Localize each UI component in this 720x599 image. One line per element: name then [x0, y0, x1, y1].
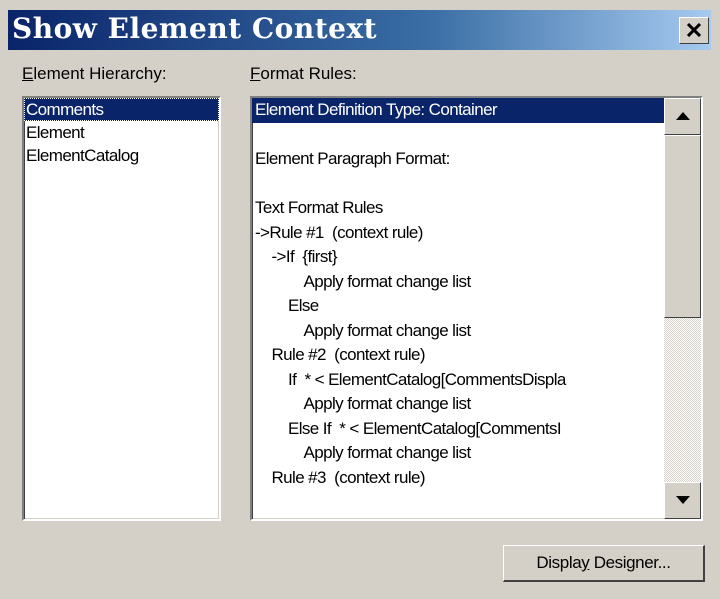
display-designer-button[interactable]: Display Designer... [503, 545, 705, 582]
title-bar[interactable]: Show Element Context [8, 10, 711, 50]
rule-line[interactable]: ->If {first} [252, 245, 664, 270]
rule-line[interactable]: Else If * < ElementCatalog[CommentsI [252, 417, 664, 442]
rule-line[interactable]: Rule #3 (context rule) [252, 466, 664, 491]
rule-line[interactable]: Apply format change list [252, 319, 664, 344]
arrow-up-icon [676, 112, 690, 120]
rule-line[interactable]: If * < ElementCatalog[CommentsDispla [252, 368, 664, 393]
rule-line[interactable]: Text Format Rules [252, 196, 664, 221]
show-element-context-dialog: Show Element Context Element Hierarchy: … [0, 0, 720, 599]
format-rules-list[interactable]: Element Definition Type: Container Eleme… [250, 96, 703, 521]
close-button[interactable] [679, 17, 709, 44]
rule-line[interactable] [252, 172, 664, 197]
element-hierarchy-list[interactable]: Comments Element ElementCatalog [22, 96, 221, 521]
rule-line[interactable] [252, 123, 664, 148]
element-hierarchy-label: Element Hierarchy: [22, 64, 167, 83]
rule-line[interactable]: ->Rule #1 (context rule) [252, 221, 664, 246]
rule-line[interactable]: Apply format change list [252, 441, 664, 466]
rule-line[interactable]: Rule #2 (context rule) [252, 343, 664, 368]
hierarchy-item-comments[interactable]: Comments [24, 98, 219, 121]
close-icon [687, 23, 701, 37]
rule-line[interactable]: Element Definition Type: Container [252, 98, 664, 123]
format-rules-label: Format Rules: [250, 64, 357, 83]
scroll-down-button[interactable] [664, 482, 701, 519]
rule-line[interactable]: Apply format change list [252, 392, 664, 417]
scrollbar-thumb[interactable] [664, 135, 701, 318]
vertical-scrollbar[interactable] [664, 98, 701, 519]
arrow-down-icon [676, 496, 690, 504]
hierarchy-item-elementcatalog[interactable]: ElementCatalog [24, 144, 219, 167]
hierarchy-item-element[interactable]: Element [24, 121, 219, 144]
scroll-up-button[interactable] [664, 98, 701, 135]
format-rules-content: Element Definition Type: Container Eleme… [252, 98, 664, 519]
rule-line[interactable]: Element Paragraph Format: [252, 147, 664, 172]
rule-line[interactable]: Else [252, 294, 664, 319]
rule-line[interactable]: Apply format change list [252, 270, 664, 295]
dialog-title: Show Element Context [12, 12, 378, 45]
